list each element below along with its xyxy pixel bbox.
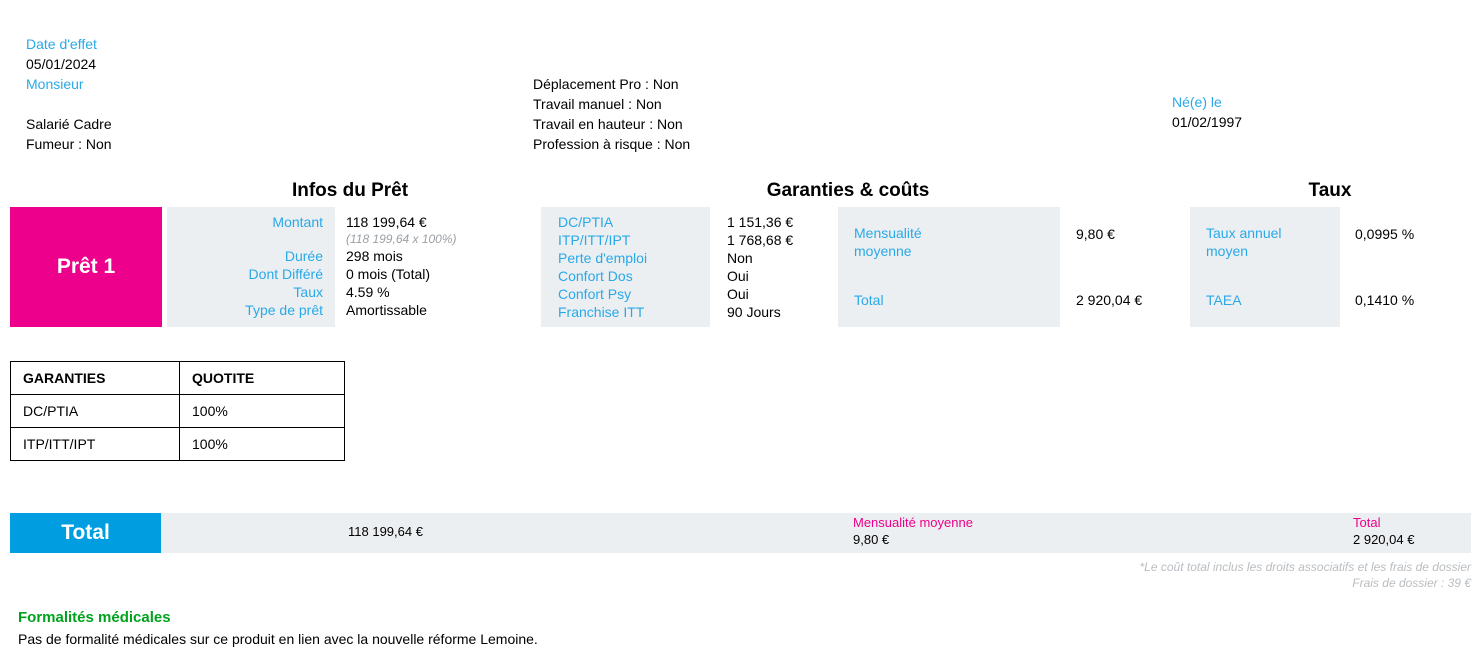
cost-label-mensualite: Mensualité moyenne (854, 224, 922, 260)
table-row: ITP/ITT/IPT 100% (10, 427, 345, 461)
profession-risque-line: Profession à risque : Non (533, 136, 691, 152)
quotite-header-garanties: GARANTIES (10, 361, 180, 395)
loan-info-values: 118 199,64 € (118 199,64 x 100%) 298 moi… (346, 213, 457, 319)
header-left-block: Date d'effet 05/01/2024 Monsieur Salarié… (26, 34, 112, 154)
total-cost-value: 2 920,04 € (1353, 532, 1415, 547)
guarantee-label-itpittipt: ITP/ITT/IPT (558, 232, 631, 248)
cost-value-total: 2 920,04 € (1076, 292, 1143, 308)
loan-label-type: Type de prêt (245, 302, 323, 318)
cost-label-mensualite-line1: Mensualité (854, 225, 922, 241)
section-title-loan: Infos du Prêt (291, 180, 409, 201)
guarantees-values: 1 151,36 € 1 768,68 € Non Oui Oui 90 Jou… (727, 213, 793, 321)
total-footnote-line1: *Le coût total inclus les droits associa… (1139, 560, 1472, 574)
rate-label-taux-annuel-line2: moyen (1206, 243, 1249, 259)
travail-hauteur-line: Travail en hauteur : Non (533, 116, 683, 132)
loan-value-taux: 4.59 % (346, 284, 390, 300)
total-monthly-label: Mensualité moyenne (853, 515, 973, 530)
guarantees-labels: DC/PTIA ITP/ITT/IPT Perte d'emploi Confo… (558, 213, 647, 321)
section-title-rates: Taux (1308, 180, 1352, 201)
total-badge-label: Total (61, 521, 110, 544)
rate-label-taux-annuel: Taux annuel moyen (1206, 224, 1282, 260)
loan-label-montant: Montant (272, 214, 323, 230)
loan-info-labels: Montant Durée Dont Différé Taux Type de … (175, 213, 323, 319)
loan-value-differe: 0 mois (Total) (346, 266, 431, 282)
smoker-status: Fumeur : Non (26, 136, 112, 152)
loan-badge: Prêt 1 (10, 207, 162, 327)
loan-value-montant-detail: (118 199,64 x 100%) (346, 232, 457, 246)
quotite-table: GARANTIES QUOTITE DC/PTIA 100% ITP/ITT/I… (10, 361, 345, 461)
total-strip (10, 513, 1471, 553)
quotite-cell-garantie-1: ITP/ITT/IPT (10, 427, 180, 461)
rate-label-taea: TAEA (1206, 292, 1242, 308)
quotite-header-quotite: QUOTITE (179, 361, 345, 395)
guarantee-label-franchise-itt: Franchise ITT (558, 304, 645, 320)
quotite-cell-value-1: 100% (179, 427, 345, 461)
birth-date-value: 01/02/1997 (1172, 114, 1243, 130)
total-amount: 118 199,64 € (348, 524, 423, 539)
date-effet-value: 05/01/2024 (26, 56, 97, 72)
guarantee-value-franchise-itt: 90 Jours (727, 304, 781, 320)
guarantee-value-confort-psy: Oui (727, 286, 749, 302)
cost-label-mensualite-line2: moyenne (854, 243, 912, 259)
loan-badge-label: Prêt 1 (56, 255, 116, 278)
cost-label-total: Total (854, 292, 884, 308)
loan-label-differe: Dont Différé (248, 266, 323, 282)
loan-label-taux: Taux (293, 284, 323, 300)
date-effet-label: Date d'effet (26, 36, 97, 52)
total-monthly-value: 9,80 € (853, 532, 890, 547)
rate-value-taea: 0,1410 % (1355, 292, 1415, 308)
quotite-cell-value-0: 100% (179, 394, 345, 428)
guarantee-label-confort-psy: Confort Psy (558, 286, 632, 302)
formalites-text: Pas de formalité médicales sur ce produi… (18, 631, 538, 647)
header-middle-block: Déplacement Pro : Non Travail manuel : N… (533, 74, 690, 154)
guarantee-label-dcptia: DC/PTIA (558, 214, 614, 230)
total-badge: Total (10, 513, 161, 553)
section-title-guarantees: Garanties & coûts (766, 180, 930, 201)
header-right-block: Né(e) le 01/02/1997 (1172, 92, 1242, 132)
guarantee-value-confort-dos: Oui (727, 268, 749, 284)
loan-value-montant: 118 199,64 € (346, 214, 427, 230)
loan-label-montant-spacer (175, 231, 323, 247)
travail-manuel-line: Travail manuel : Non (533, 96, 662, 112)
cost-value-mensualite: 9,80 € (1076, 226, 1115, 242)
loan-value-type: Amortissable (346, 302, 427, 318)
civility-label: Monsieur (26, 76, 84, 92)
table-row: DC/PTIA 100% (10, 394, 345, 428)
guarantee-label-confort-dos: Confort Dos (558, 268, 633, 284)
formalites-title: Formalités médicales (18, 609, 171, 626)
guarantee-label-perte-emploi: Perte d'emploi (558, 250, 648, 266)
guarantee-value-perte-emploi: Non (727, 250, 753, 266)
birth-date-label: Né(e) le (1172, 94, 1222, 110)
total-footnote-line2: Frais de dossier : 39 € (1352, 576, 1471, 590)
total-cost-block: Total 2 920,04 € (1353, 514, 1414, 548)
deplacement-pro-line: Déplacement Pro : Non (533, 76, 679, 92)
quotite-table-header-row: GARANTIES QUOTITE (10, 361, 345, 395)
formalites-block: Formalités médicales Pas de formalité mé… (18, 609, 538, 647)
total-footnote: *Le coût total inclus les droits associa… (671, 559, 1472, 591)
loan-label-duree: Durée (284, 248, 323, 264)
total-cost-label: Total (1353, 515, 1381, 530)
guarantee-value-dcptia: 1 151,36 € (727, 214, 794, 230)
rate-label-taux-annuel-line1: Taux annuel (1206, 225, 1282, 241)
quotite-cell-garantie-0: DC/PTIA (10, 394, 180, 428)
rate-value-taux-annuel: 0,0995 % (1355, 226, 1415, 242)
total-monthly-block: Mensualité moyenne 9,80 € (853, 514, 973, 548)
employment-status: Salarié Cadre (26, 116, 112, 132)
loan-value-duree: 298 mois (346, 248, 403, 264)
guarantee-value-itpittipt: 1 768,68 € (727, 232, 794, 248)
